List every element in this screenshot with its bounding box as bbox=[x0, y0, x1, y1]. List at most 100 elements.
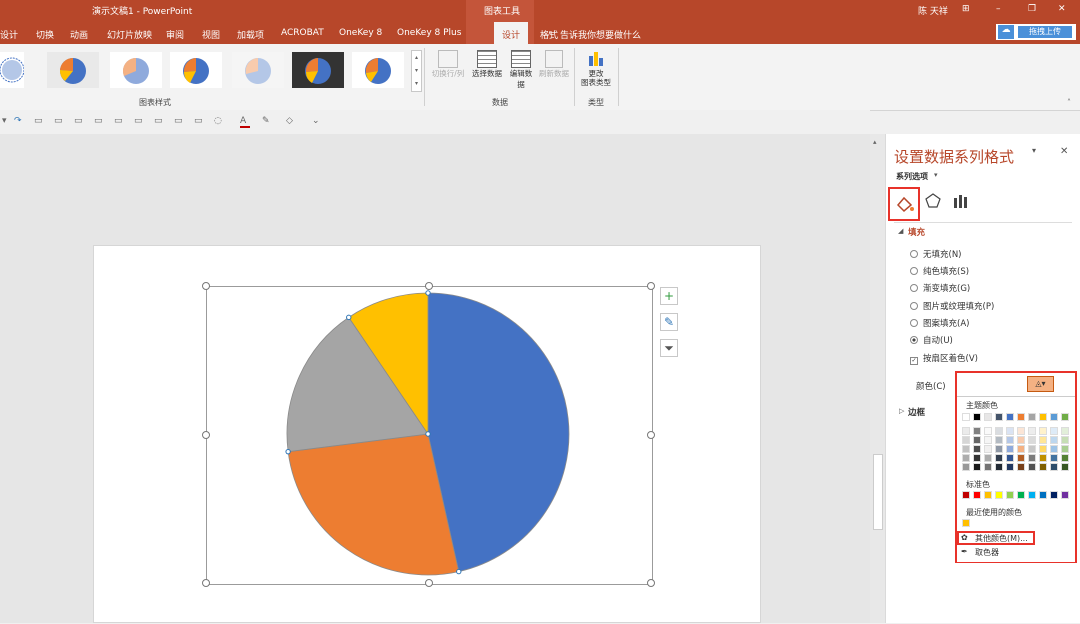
theme-color-shade-swatch[interactable] bbox=[984, 436, 992, 444]
theme-color-shade-swatch[interactable] bbox=[973, 427, 981, 435]
slice-point-handle[interactable] bbox=[456, 568, 462, 575]
series-options-bars-icon[interactable] bbox=[952, 192, 970, 210]
theme-color-shade-swatch[interactable] bbox=[973, 445, 981, 453]
toolbar-icon-4[interactable]: ▭ bbox=[94, 116, 104, 126]
radio-picture-fill[interactable]: 图片或纹理填充(P) bbox=[910, 300, 994, 312]
radio-automatic[interactable]: 自动(U) bbox=[910, 334, 953, 346]
upload-widget[interactable]: ☁ 拖拽上传 bbox=[996, 24, 1076, 40]
series-options-dropdown[interactable]: 系列选项 bbox=[896, 171, 928, 182]
switch-row-col-button[interactable]: 切换行/列 bbox=[430, 50, 466, 79]
theme-color-shade-swatch[interactable] bbox=[1050, 427, 1058, 435]
standard-color-swatch[interactable] bbox=[984, 491, 992, 499]
theme-color-shade-swatch[interactable] bbox=[995, 445, 1003, 453]
radio-solid-fill[interactable]: 纯色填充(S) bbox=[910, 265, 969, 277]
resize-handle[interactable] bbox=[425, 282, 433, 290]
theme-color-shade-swatch[interactable] bbox=[1028, 454, 1036, 462]
theme-color-shade-swatch[interactable] bbox=[1006, 427, 1014, 435]
pane-scrollbar[interactable]: ▴ bbox=[870, 134, 885, 623]
theme-color-shade-swatch[interactable] bbox=[1061, 427, 1069, 435]
resize-handle[interactable] bbox=[647, 431, 655, 439]
slice-point-handle[interactable] bbox=[346, 314, 352, 321]
theme-color-swatch[interactable] bbox=[962, 413, 970, 421]
effects-pentagon-icon[interactable] bbox=[924, 192, 942, 210]
slice-point-handle[interactable] bbox=[285, 448, 291, 455]
theme-color-swatch[interactable] bbox=[1050, 413, 1058, 421]
theme-color-shade-swatch[interactable] bbox=[1006, 436, 1014, 444]
resize-handle[interactable] bbox=[202, 282, 210, 290]
chart-style-3[interactable] bbox=[110, 52, 162, 88]
styles-gallery-scroll[interactable]: ▴ ▾ ▾ bbox=[411, 50, 422, 92]
toolbar-icon-8[interactable]: ▭ bbox=[174, 116, 184, 126]
theme-color-swatch[interactable] bbox=[1006, 413, 1014, 421]
theme-color-shade-swatch[interactable] bbox=[1017, 454, 1025, 462]
scroll-up-icon[interactable]: ▴ bbox=[873, 138, 877, 146]
shape-fill-icon[interactable]: ◇ bbox=[286, 116, 296, 126]
radio-gradient-fill[interactable]: 渐变填充(G) bbox=[910, 282, 970, 294]
minimize-icon[interactable]: – bbox=[996, 4, 1001, 14]
standard-color-swatch[interactable] bbox=[962, 491, 970, 499]
theme-color-shade-swatch[interactable] bbox=[1039, 436, 1047, 444]
theme-color-shade-swatch[interactable] bbox=[995, 436, 1003, 444]
fill-section-header[interactable]: 填充 bbox=[908, 226, 925, 238]
collapse-ribbon-icon[interactable]: ˄ bbox=[1067, 98, 1071, 107]
theme-color-shade-swatch[interactable] bbox=[1039, 463, 1047, 471]
toolbar-icon-7[interactable]: ▭ bbox=[154, 116, 164, 126]
fill-line-tab[interactable] bbox=[888, 187, 920, 221]
toolbar-icon-6[interactable]: ▭ bbox=[134, 116, 144, 126]
resize-handle[interactable] bbox=[425, 579, 433, 587]
chart-style-5[interactable] bbox=[232, 52, 284, 88]
shapes-icon[interactable]: ◌ bbox=[214, 116, 224, 126]
redo-icon[interactable]: ↷ bbox=[14, 116, 24, 126]
theme-color-shade-swatch[interactable] bbox=[984, 454, 992, 462]
vary-colors-checkbox[interactable]: ✓ 按扇区着色(V) bbox=[910, 352, 978, 365]
slide-canvas[interactable]: + ✎ ⏷ bbox=[93, 245, 761, 623]
slice-point-handle[interactable] bbox=[425, 290, 431, 296]
theme-color-shade-swatch[interactable] bbox=[1028, 463, 1036, 471]
ribbon-display-icon[interactable]: ⊞ bbox=[962, 4, 970, 14]
chart-elements-button[interactable]: + bbox=[660, 287, 678, 305]
theme-color-shade-swatch[interactable] bbox=[984, 445, 992, 453]
restore-icon[interactable]: ❐ bbox=[1028, 4, 1036, 14]
theme-color-shade-swatch[interactable] bbox=[1017, 427, 1025, 435]
user-name[interactable]: 陈 天祥 bbox=[918, 4, 948, 17]
theme-color-shade-swatch[interactable] bbox=[962, 463, 970, 471]
theme-color-shade-swatch[interactable] bbox=[962, 445, 970, 453]
theme-color-shade-swatch[interactable] bbox=[984, 463, 992, 471]
chart-style-6[interactable] bbox=[292, 52, 344, 88]
theme-color-swatch[interactable] bbox=[984, 413, 992, 421]
highlight-icon[interactable]: ✎ bbox=[262, 116, 272, 126]
customize-qat-icon[interactable]: ⌄ bbox=[312, 116, 322, 126]
theme-color-swatch[interactable] bbox=[1028, 413, 1036, 421]
theme-color-shade-swatch[interactable] bbox=[973, 463, 981, 471]
theme-color-shade-swatch[interactable] bbox=[1061, 445, 1069, 453]
standard-color-swatch[interactable] bbox=[1039, 491, 1047, 499]
radio-no-fill[interactable]: 无填充(N) bbox=[910, 248, 962, 260]
resize-handle[interactable] bbox=[647, 282, 655, 290]
chart-style-1[interactable] bbox=[0, 52, 25, 88]
toolbar-icon-1[interactable]: ▭ bbox=[34, 116, 44, 126]
theme-color-shade-swatch[interactable] bbox=[962, 454, 970, 462]
tab-animations[interactable]: 动画 bbox=[70, 28, 88, 41]
search-icon[interactable]: ⌕ bbox=[548, 28, 553, 38]
chart-style-7[interactable] bbox=[352, 52, 404, 88]
toolbar-icon-5[interactable]: ▭ bbox=[114, 116, 124, 126]
theme-color-shade-swatch[interactable] bbox=[995, 427, 1003, 435]
theme-color-shade-swatch[interactable] bbox=[1017, 445, 1025, 453]
standard-color-swatch[interactable] bbox=[1006, 491, 1014, 499]
tab-chart-design[interactable]: 设计 bbox=[502, 28, 520, 41]
theme-color-shade-swatch[interactable] bbox=[1006, 463, 1014, 471]
tell-me-search[interactable]: 告诉我你想要做什么 bbox=[560, 28, 641, 41]
theme-color-shade-swatch[interactable] bbox=[1061, 463, 1069, 471]
theme-color-shade-swatch[interactable] bbox=[1061, 436, 1069, 444]
chart-style-4[interactable] bbox=[170, 52, 222, 88]
slice-point-handle[interactable] bbox=[425, 431, 431, 437]
toolbar-icon-3[interactable]: ▭ bbox=[74, 116, 84, 126]
standard-color-swatch[interactable] bbox=[1017, 491, 1025, 499]
standard-color-swatch[interactable] bbox=[1061, 491, 1069, 499]
tab-slideshow[interactable]: 幻灯片放映 bbox=[107, 28, 152, 41]
collapse-arrow-icon[interactable]: ◢ bbox=[898, 227, 903, 235]
theme-color-shade-swatch[interactable] bbox=[1006, 454, 1014, 462]
theme-color-shade-swatch[interactable] bbox=[1039, 427, 1047, 435]
tab-addins[interactable]: 加载项 bbox=[237, 28, 264, 41]
theme-color-shade-swatch[interactable] bbox=[1028, 436, 1036, 444]
